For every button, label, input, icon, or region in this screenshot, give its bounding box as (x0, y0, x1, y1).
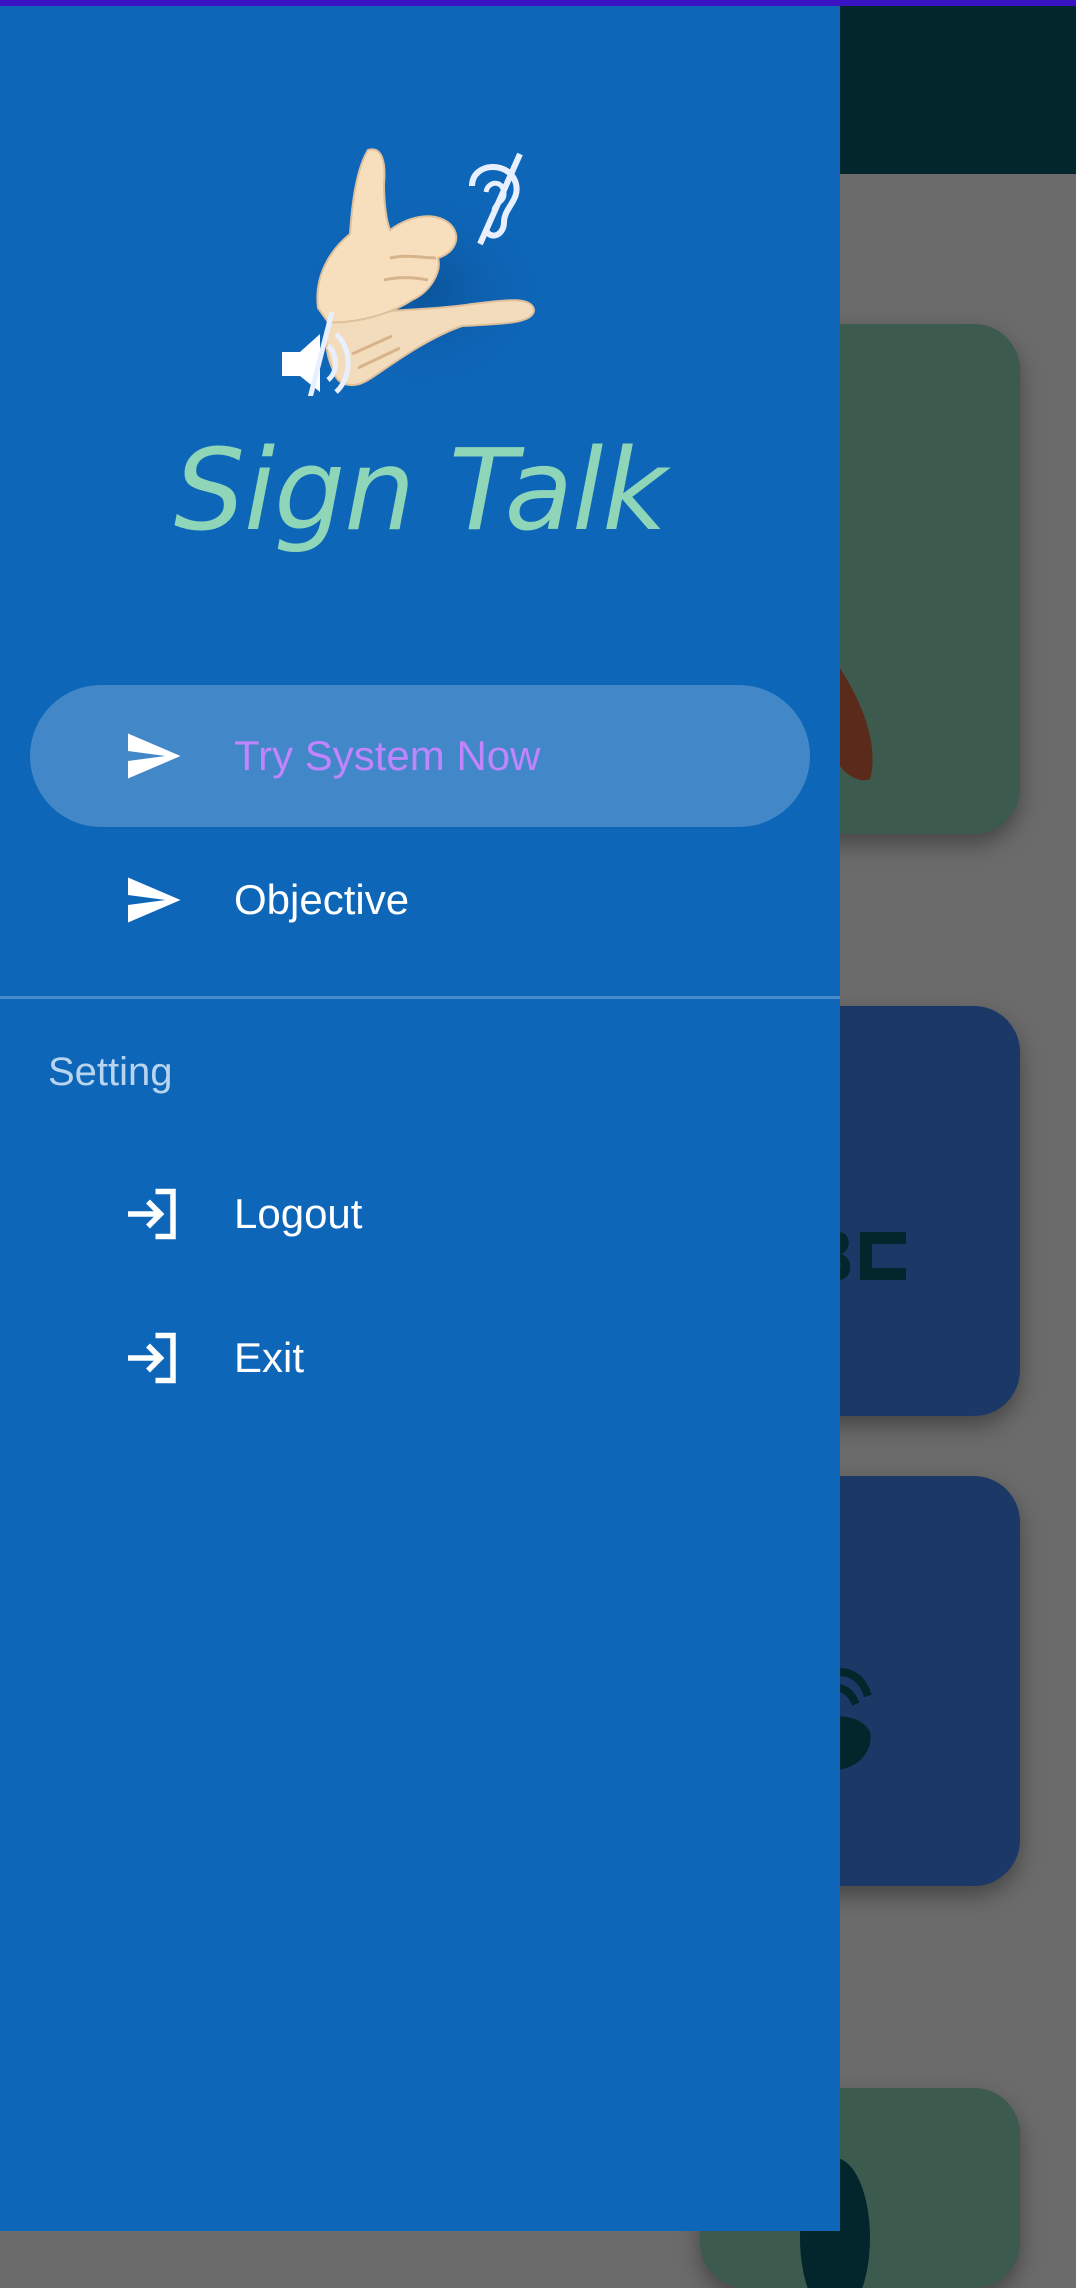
status-bar-strip (0, 0, 1076, 6)
send-icon (128, 877, 181, 923)
login-icon (128, 1188, 176, 1240)
app-name-title: Sign Talk (173, 426, 667, 556)
sign-language-hand-logo-icon (282, 148, 557, 396)
menu-item-label: Objective (234, 876, 410, 923)
menu-item-label: Exit (234, 1334, 305, 1381)
menu-divider (0, 996, 840, 999)
menu-item-label: Try System Now (234, 732, 541, 779)
menu-item-try-system-now[interactable]: Try System Now (30, 685, 810, 827)
menu-item-logout[interactable]: Logout (30, 1143, 810, 1285)
menu-item-objective[interactable]: Objective (30, 829, 810, 971)
section-header-setting: Setting (48, 1050, 173, 1094)
menu-item-exit[interactable]: Exit (30, 1287, 810, 1429)
send-icon (128, 733, 181, 779)
login-icon (128, 1332, 176, 1384)
navigation-drawer: Sign Talk Try System Now Objective Setti… (0, 6, 840, 2231)
menu-item-label: Logout (234, 1190, 363, 1237)
